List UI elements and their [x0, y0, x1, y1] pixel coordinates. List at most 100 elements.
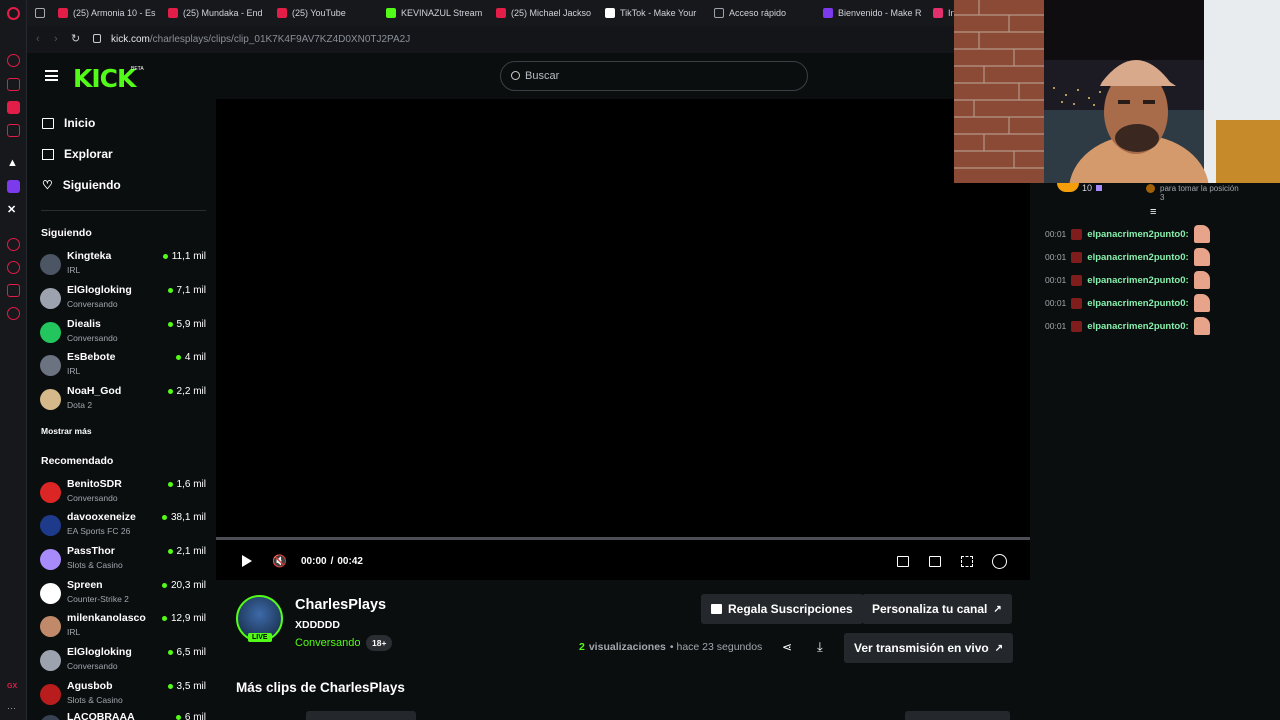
make-icon — [823, 8, 833, 18]
recommended-channel[interactable]: PassThor Slots & Casino 2,1 mil — [40, 545, 206, 575]
avatar — [40, 355, 61, 376]
opera-logo-icon[interactable] — [7, 7, 20, 20]
watch-live-button[interactable]: Ver transmisión en vivo ↗ — [844, 633, 1014, 663]
miniplayer-icon[interactable] — [897, 556, 909, 567]
forward-icon[interactable]: › — [54, 33, 58, 45]
gx-icon[interactable]: GX — [7, 683, 20, 696]
live-dot-icon — [161, 515, 167, 520]
nav-inicio[interactable]: Inicio — [42, 116, 95, 130]
bookmark-7[interactable]: Bienvenido - Make R — [823, 6, 922, 20]
download-icon[interactable]: ⤓ — [817, 639, 823, 655]
menu-icon[interactable] — [45, 70, 58, 81]
following-channel[interactable]: NoaH_God Dota 2 2,2 mil — [40, 385, 206, 415]
history-icon[interactable] — [7, 54, 20, 67]
avatar — [40, 254, 61, 275]
nav-siguiendo[interactable]: ♡ Siguiendo — [42, 178, 121, 192]
sort-dropdown[interactable] — [306, 711, 416, 720]
kick-logo[interactable]: KICK — [73, 64, 136, 93]
bookmark-5[interactable]: TikTok - Make Your — [605, 6, 696, 20]
emote-icon — [1193, 271, 1210, 289]
live-dot-icon — [162, 254, 168, 259]
avatar — [40, 288, 61, 309]
nav-explorar[interactable]: Explorar — [42, 147, 113, 161]
bookmark-3[interactable]: KEVINAZUL Stream — [386, 6, 482, 20]
progress-bar[interactable] — [216, 537, 1030, 540]
following-channel[interactable]: Diealis Conversando 5,9 mil — [40, 318, 206, 348]
emote-icon — [1193, 294, 1210, 312]
bookmark-2[interactable]: (25) YouTube — [277, 6, 346, 20]
workspace-icon[interactable] — [35, 6, 45, 20]
avatar — [40, 549, 61, 570]
chat-message: 00:01 elpanacrimen2punto0: — [1045, 271, 1210, 289]
following-channel[interactable]: Kingteka IRL 11,1 mil — [40, 250, 206, 280]
customize-channel-button[interactable]: Personaliza tu canal ↗ — [862, 594, 1012, 624]
fullscreen-icon[interactable] — [961, 556, 973, 567]
mute-icon[interactable]: 🔇 — [272, 554, 287, 568]
recommended-channel[interactable]: ElGlogloking Conversando 6,5 mil — [40, 646, 206, 676]
avatar — [40, 650, 61, 671]
sub-icon — [1096, 185, 1102, 191]
live-dot-icon — [175, 715, 181, 720]
badge-icon — [1071, 297, 1083, 309]
play-icon[interactable] — [242, 555, 252, 567]
settings-icon[interactable] — [7, 307, 20, 320]
following-channel[interactable]: ElGlogloking Conversando 7,1 mil — [40, 284, 206, 314]
speed-icon[interactable] — [992, 554, 1007, 569]
grid-icon — [714, 8, 724, 18]
recommended-channel[interactable]: Agusbob Slots & Casino 3,5 mil — [40, 680, 206, 710]
recommended-channel[interactable]: BenitoSDR Conversando 1,6 mil — [40, 478, 206, 508]
search-input[interactable]: Buscar — [500, 61, 808, 91]
bookmark-1[interactable]: (25) Mundaka - End — [168, 6, 263, 20]
video-player[interactable] — [216, 99, 1030, 580]
bookmark-0[interactable]: (25) Armonia 10 - Es — [58, 6, 156, 20]
badge-icon — [1071, 228, 1083, 240]
address-bar: ‹ › ↻ kick.com/charlesplays/clips/clip_0… — [27, 26, 954, 53]
bag-icon[interactable] — [7, 78, 20, 91]
webcam-overlay — [954, 0, 1280, 183]
show-more-link[interactable]: Mostrar más — [41, 426, 92, 436]
bookmark-8[interactable]: In — [933, 6, 956, 20]
x-icon[interactable]: ✕ — [7, 203, 20, 216]
external-link-icon: ↗ — [994, 642, 1004, 654]
youtube-icon — [496, 8, 506, 18]
cube-icon[interactable] — [7, 284, 20, 297]
live-dot-icon — [167, 482, 173, 487]
instagram-icon — [933, 8, 943, 18]
share-icon[interactable]: ⋖ — [782, 640, 792, 654]
following-channel[interactable]: EsBebote IRL 4 mil — [40, 351, 206, 381]
filter-dropdown[interactable] — [905, 711, 1010, 720]
clip-stats: 2 visualizaciones • hace 23 segundos — [579, 641, 763, 653]
avatar — [40, 389, 61, 410]
bookmark-6[interactable]: Acceso rápido — [714, 6, 786, 20]
channel-name[interactable]: CharlesPlays — [295, 597, 386, 613]
clock-icon[interactable] — [7, 261, 20, 274]
gift-subs-button[interactable]: Regala Suscripciones — [701, 594, 863, 624]
category-link[interactable]: Conversando — [295, 637, 360, 649]
live-dot-icon — [167, 684, 173, 689]
back-icon[interactable]: ‹ — [36, 33, 40, 45]
recommended-channel[interactable]: Spreen Counter-Strike 2 20,3 mil — [40, 579, 206, 609]
more-icon[interactable]: ··· — [7, 703, 20, 716]
bookmark-4[interactable]: (25) Michael Jackso — [496, 6, 591, 20]
chat-message: 00:01 elpanacrimen2punto0: — [1045, 248, 1210, 266]
heart-icon: ♡ — [42, 178, 53, 192]
pinned-icon[interactable]: ≡ — [1150, 206, 1156, 218]
twitch-icon[interactable] — [7, 180, 20, 193]
url-field[interactable]: kick.com/charlesplays/clips/clip_01K7K4F… — [111, 34, 410, 45]
recommended-channel[interactable]: milenkanolasco IRL 12,9 mil — [40, 612, 206, 642]
recommended-channel[interactable]: davooxeneize EA Sports FC 26 38,1 mil — [40, 511, 206, 541]
reload-icon[interactable]: ↻ — [71, 32, 80, 45]
mail-icon[interactable] — [7, 124, 20, 137]
theater-icon[interactable] — [929, 556, 941, 567]
recommended-channel[interactable]: LACOBRAAA 6 mil — [40, 711, 206, 720]
live-dot-icon — [161, 583, 167, 588]
messenger-icon[interactable] — [7, 101, 20, 114]
home-icon — [42, 117, 54, 129]
leader-avatar — [1057, 183, 1079, 192]
leader-count: 10 — [1082, 183, 1093, 193]
aria-icon[interactable]: ▲ — [7, 157, 20, 170]
avatar — [40, 482, 61, 503]
player-icon[interactable] — [7, 238, 20, 251]
time-display: 00:00/00:42 — [301, 556, 363, 567]
avatar — [40, 684, 61, 705]
